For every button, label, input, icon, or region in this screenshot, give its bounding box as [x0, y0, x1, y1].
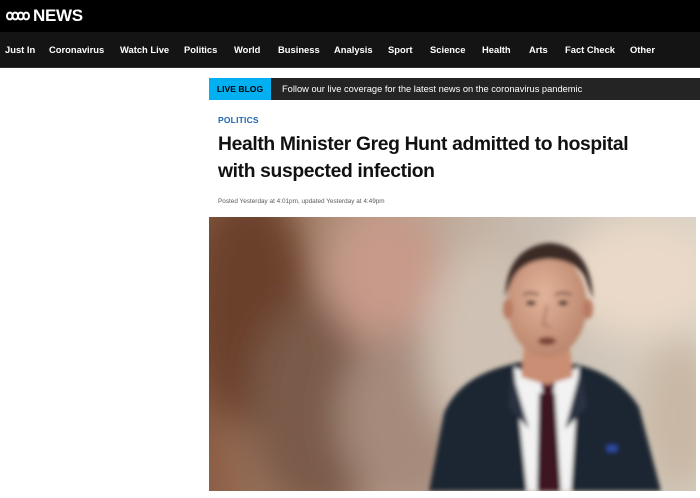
headline-line-2: with suspected infection	[218, 160, 435, 182]
main-navigation: Just In Coronavirus Watch Live Politics …	[0, 32, 700, 68]
nav-item-coronavirus[interactable]: Coronavirus	[49, 32, 104, 68]
live-blog-banner[interactable]: LIVE BLOG Follow our live coverage for t…	[209, 78, 700, 100]
article-category-link[interactable]: POLITICS	[218, 115, 259, 125]
abc-wave-logo-icon	[6, 11, 30, 21]
nav-item-business[interactable]: Business	[278, 32, 320, 68]
nav-item-just-in[interactable]: Just In	[5, 32, 35, 68]
abc-news-logo[interactable]: NEWS	[6, 6, 83, 26]
nav-item-world[interactable]: World	[234, 32, 260, 68]
photo-of-man-in-suit-icon	[209, 217, 696, 491]
nav-item-sport[interactable]: Sport	[388, 32, 412, 68]
nav-item-analysis[interactable]: Analysis	[334, 32, 373, 68]
live-blog-text: Follow our live coverage for the latest …	[282, 84, 583, 94]
nav-item-fact-check[interactable]: Fact Check	[565, 32, 615, 68]
nav-item-watch-live[interactable]: Watch Live	[120, 32, 169, 68]
nav-item-health[interactable]: Health	[482, 32, 511, 68]
nav-item-other[interactable]: Other	[630, 32, 655, 68]
headline-line-1: Health Minister Greg Hunt admitted to ho…	[218, 134, 629, 155]
article-dateline: Posted Yesterday at 4:01pm, updated Yest…	[218, 198, 385, 205]
nav-item-science[interactable]: Science	[430, 32, 465, 68]
logo-text: NEWS	[33, 6, 83, 25]
nav-item-arts[interactable]: Arts	[529, 32, 548, 68]
live-blog-badge: LIVE BLOG	[209, 78, 271, 100]
hero-image	[209, 217, 696, 491]
nav-item-politics[interactable]: Politics	[184, 32, 217, 68]
top-header-bar: NEWS	[0, 0, 700, 32]
article-headline: Health Minister Greg Hunt admitted to ho…	[218, 132, 688, 185]
